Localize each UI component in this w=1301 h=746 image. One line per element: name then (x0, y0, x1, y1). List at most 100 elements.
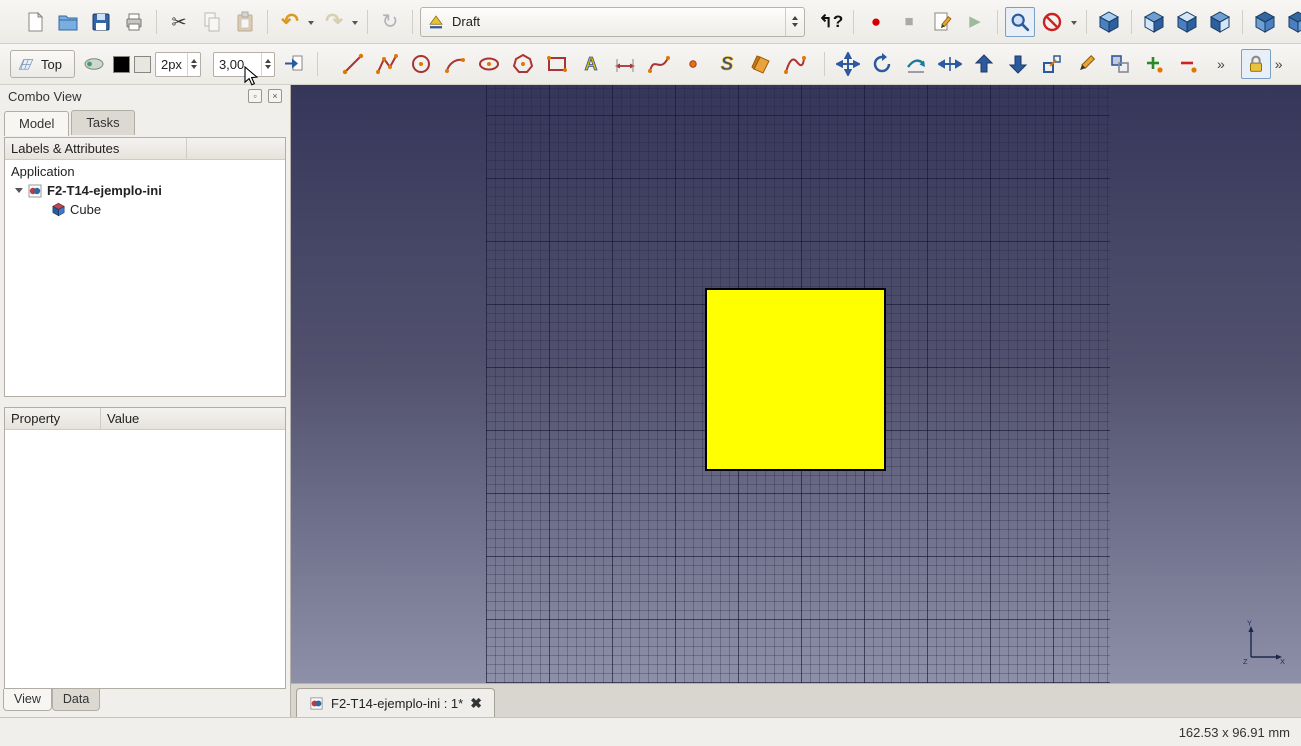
panel-float-button[interactable]: ▫ (248, 89, 262, 103)
draft-arc-button[interactable] (440, 49, 470, 79)
draft-toolbar-overflow-icon[interactable]: » (1217, 57, 1225, 71)
draft-bspline-button[interactable] (644, 49, 674, 79)
select-plane-button[interactable]: Top (10, 50, 75, 78)
zoom-fit-button[interactable] (1005, 7, 1035, 37)
copy-button[interactable] (197, 7, 227, 37)
draft-shapestring-button[interactable]: S (712, 49, 742, 79)
draft-scale-button[interactable] (1037, 49, 1067, 79)
combo-view-panel: Combo View ▫ × Model Tasks Labels & Attr… (0, 85, 291, 717)
paste-button[interactable] (230, 7, 260, 37)
cut-button[interactable]: ✂ (164, 7, 194, 37)
draft-trimex-button[interactable] (935, 49, 965, 79)
draft-shape2dview-button[interactable] (1105, 49, 1135, 79)
paste-icon (233, 10, 257, 34)
tree-item-application[interactable]: Application (5, 162, 285, 181)
tab-model[interactable]: Model (4, 111, 69, 136)
text-size-spin-arrows[interactable] (261, 53, 274, 76)
print-button[interactable] (119, 7, 149, 37)
toolbar-separator (317, 52, 318, 76)
toolbar-separator (367, 10, 368, 34)
status-dimensions: 162.53 x 96.91 mm (1179, 725, 1290, 740)
view-front-button[interactable] (1139, 7, 1169, 37)
draft-facebinder-button[interactable] (746, 49, 776, 79)
undo-button[interactable]: ↶ (275, 7, 305, 37)
view-top-button[interactable] (1172, 7, 1202, 37)
draft-text-button[interactable]: A (576, 49, 606, 79)
draft-rectangle-object[interactable] (705, 288, 886, 471)
open-document-button[interactable] (53, 7, 83, 37)
draft-bezier-button[interactable] (780, 49, 810, 79)
macro-record-button[interactable]: ● (861, 7, 891, 37)
draft-offset-button[interactable] (901, 49, 931, 79)
draft-polygon-button[interactable] (508, 49, 538, 79)
workbench-selector-value: Draft (452, 14, 778, 29)
line-color-swatch[interactable] (113, 56, 130, 73)
macro-stop-icon: ■ (904, 14, 913, 29)
draft-dimension-icon (613, 52, 637, 76)
macro-play-icon: ▶ (969, 14, 981, 29)
svg-text:A: A (584, 54, 597, 74)
document-tab[interactable]: F2-T14-ejemplo-ini : 1* ✖ (296, 688, 495, 717)
property-editor-body[interactable] (5, 430, 285, 688)
toggle-construction-mode-button[interactable] (79, 49, 109, 79)
draft-point-button[interactable] (678, 49, 708, 79)
draft-del-point-button[interactable] (1173, 49, 1203, 79)
draft-upgrade-button[interactable] (969, 49, 999, 79)
tab-data-properties[interactable]: Data (52, 689, 100, 711)
macro-play-button[interactable]: ▶ (960, 7, 990, 37)
draft-add-point-button[interactable] (1139, 49, 1169, 79)
property-editor-pane: Property Value (4, 407, 286, 689)
face-color-swatch[interactable] (134, 56, 151, 73)
draft-wire-button[interactable] (372, 49, 402, 79)
draft-line-icon (341, 52, 365, 76)
draft-dimension-button[interactable] (610, 49, 640, 79)
draft-circle-button[interactable] (406, 49, 436, 79)
toolbar-separator (156, 10, 157, 34)
view-right-button[interactable] (1205, 7, 1235, 37)
text-size-spinbox[interactable]: 3,00 (213, 52, 275, 77)
draft-bspline-icon (647, 52, 671, 76)
line-width-spinbox[interactable]: 2px (155, 52, 201, 77)
draft-line-button[interactable] (338, 49, 368, 79)
redo-dropdown-arrow[interactable] (352, 21, 358, 28)
snap-lock-button[interactable] (1241, 49, 1271, 79)
redo-button[interactable]: ↷ (319, 7, 349, 37)
tree-expander-icon[interactable] (15, 188, 23, 197)
workbench-selector[interactable]: Draft (420, 7, 805, 37)
tab-view-properties[interactable]: View (3, 689, 52, 711)
draw-style-dropdown-arrow[interactable] (1071, 21, 1077, 28)
draft-shape2dview-icon (1108, 52, 1132, 76)
document-tab-close-icon[interactable]: ✖ (470, 695, 482, 712)
draft-edit-button[interactable] (1071, 49, 1101, 79)
draft-move-button[interactable] (833, 49, 863, 79)
view-bottom-button[interactable] (1283, 7, 1301, 37)
view-top-icon (1175, 10, 1199, 34)
whats-this-button[interactable]: ↰? (816, 7, 846, 37)
new-document-button[interactable] (20, 7, 50, 37)
undo-dropdown-arrow[interactable] (308, 21, 314, 28)
draft-ellipse-button[interactable] (474, 49, 504, 79)
3d-viewport[interactable]: Y X Z (291, 85, 1301, 683)
panel-close-button[interactable]: × (268, 89, 282, 103)
snap-toolbar-overflow-icon[interactable]: » (1275, 57, 1283, 71)
model-tree[interactable]: Application F2-T14-ejemplo-ini Cube (5, 160, 285, 396)
line-width-spin-arrows[interactable] (187, 53, 200, 76)
macro-stop-button[interactable]: ■ (894, 7, 924, 37)
draw-style-button[interactable] (1038, 7, 1068, 37)
view-rear-button[interactable] (1250, 7, 1280, 37)
toolbar-separator (1086, 10, 1087, 34)
draft-rotate-button[interactable] (867, 49, 897, 79)
draft-downgrade-button[interactable] (1003, 49, 1033, 79)
refresh-button[interactable]: ↻ (375, 7, 405, 37)
macro-edit-button[interactable] (927, 7, 957, 37)
apply-style-button[interactable] (279, 49, 309, 79)
draft-rectangle-button[interactable] (542, 49, 572, 79)
view-axonometric-button[interactable] (1094, 7, 1124, 37)
tree-item-cube[interactable]: Cube (5, 200, 285, 219)
draft-arc-icon (443, 52, 467, 76)
tab-tasks[interactable]: Tasks (71, 110, 134, 135)
workbench-selector-spinner[interactable] (785, 8, 804, 36)
panel-splitter[interactable] (0, 397, 290, 405)
save-document-button[interactable] (86, 7, 116, 37)
tree-item-document[interactable]: F2-T14-ejemplo-ini (5, 181, 285, 200)
